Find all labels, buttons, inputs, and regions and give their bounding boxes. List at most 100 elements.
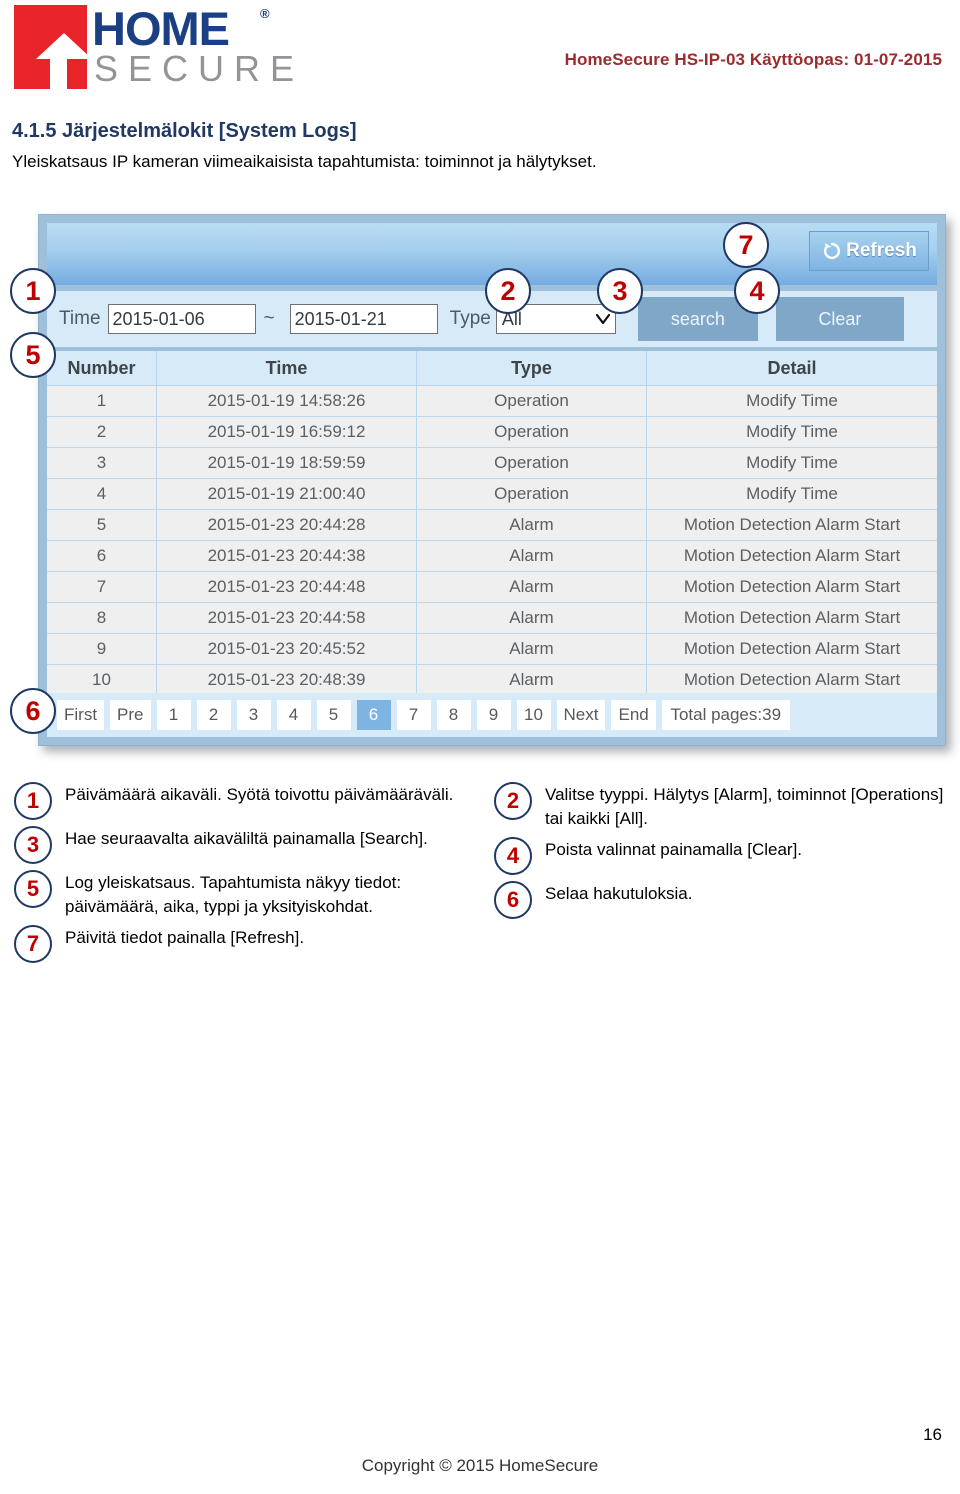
table-row[interactable]: 8 2015-01-23 20:44:58 Alarm Motion Detectio… bbox=[47, 602, 937, 633]
callout-badge-6: 6 bbox=[10, 688, 56, 734]
legend-description: Päivitä tiedot painalla [Refresh]. bbox=[65, 928, 305, 947]
callout-badge-2: 2 bbox=[485, 268, 531, 314]
log-cell-detail: Motion Detection Alarm Start bbox=[683, 670, 901, 689]
pagination-page-7[interactable]: 7 bbox=[396, 700, 431, 730]
legend-column-left: 1 Päivämäärä aikaväli. Syötä toivottu päi… bbox=[14, 782, 474, 969]
log-cell-detail: Motion Detection Alarm Start bbox=[683, 608, 901, 627]
document-title-header: HomeSecure HS-IP-03 Käyttöopas: 01-07-20… bbox=[564, 50, 942, 69]
log-cell-detail: Modify Time bbox=[746, 453, 838, 472]
legend-item: 1 Päivämäärä aikaväli. Syötä toivottu päi… bbox=[14, 782, 474, 820]
logo-word-secure: SECURE bbox=[94, 48, 305, 89]
table-row[interactable]: 5 2015-01-23 20:44:28 Alarm Motion Detectio… bbox=[47, 509, 937, 540]
column-header-time: Time bbox=[157, 351, 417, 385]
logo-registered-mark: ® bbox=[260, 6, 270, 21]
log-cell-time: 2015-01-23 20:45:52 bbox=[157, 634, 417, 664]
log-cell-detail: Motion Detection Alarm Start bbox=[683, 546, 901, 565]
log-cell-type: Alarm bbox=[417, 572, 647, 602]
callout-badge-1: 1 bbox=[10, 268, 56, 314]
column-header-type: Type bbox=[417, 351, 647, 385]
log-cell-time: 2015-01-23 20:44:38 bbox=[157, 541, 417, 571]
table-row[interactable]: 7 2015-01-23 20:44:48 Alarm Motion Detectio… bbox=[47, 571, 937, 602]
pagination-end-button[interactable]: End bbox=[611, 700, 656, 730]
table-row[interactable]: 6 2015-01-23 20:44:38 Alarm Motion Detectio… bbox=[47, 540, 937, 571]
pagination-next-button[interactable]: Next bbox=[556, 700, 606, 730]
homesecure-logo: HOME ® SECURE bbox=[14, 3, 304, 91]
table-row[interactable]: 9 2015-01-23 20:45:52 Alarm Motion Detectio… bbox=[47, 633, 937, 664]
log-cell-detail: Modify Time bbox=[746, 422, 838, 441]
log-cell-type: Operation bbox=[417, 417, 647, 447]
date-from-input[interactable]: 2015-01-06 bbox=[107, 304, 256, 334]
log-cell-time: 2015-01-23 20:44:28 bbox=[157, 510, 417, 540]
log-cell-type: Alarm bbox=[417, 603, 647, 633]
log-cell-number: 4 bbox=[47, 479, 157, 509]
legend-description: Poista valinnat painamalla [Clear]. bbox=[545, 840, 803, 859]
pagination-total-pages: Total pages:39 bbox=[661, 700, 790, 730]
legend-number-badge: 5 bbox=[14, 870, 52, 908]
callout-badge-3: 3 bbox=[597, 268, 643, 314]
log-cell-number: 1 bbox=[47, 386, 157, 416]
clear-button[interactable]: Clear bbox=[775, 297, 904, 341]
legend-description: Selaa hakutuloksia. bbox=[545, 884, 693, 903]
log-cell-time: 2015-01-23 20:44:48 bbox=[157, 572, 417, 602]
log-cell-number: 2 bbox=[47, 417, 157, 447]
log-cell-type: Alarm bbox=[417, 665, 647, 695]
time-label: Time bbox=[59, 308, 101, 329]
column-header-detail: Detail bbox=[767, 357, 817, 378]
pagination-page-8[interactable]: 8 bbox=[436, 700, 471, 730]
legend-item: 3 Hae seuraavalta aikaväliltä painamalla … bbox=[14, 826, 474, 864]
type-label: Type bbox=[449, 308, 491, 329]
date-to-input[interactable]: 2015-01-21 bbox=[289, 304, 438, 334]
table-row[interactable]: 3 2015-01-19 18:59:59 Operation Modify Time bbox=[47, 447, 937, 478]
legend-number-badge: 6 bbox=[494, 881, 532, 919]
table-row[interactable]: 10 2015-01-23 20:48:39 Alarm Motion Detecti… bbox=[47, 664, 937, 695]
table-row[interactable]: 2 2015-01-19 16:59:12 Operation Modify Time bbox=[47, 416, 937, 447]
legend-item: 6 Selaa hakutuloksia. bbox=[494, 881, 944, 919]
pagination-page-9[interactable]: 9 bbox=[476, 700, 511, 730]
pagination-page-3[interactable]: 3 bbox=[236, 700, 271, 730]
table-row[interactable]: 4 2015-01-19 21:00:40 Operation Modify Time bbox=[47, 478, 937, 509]
pagination-page-2[interactable]: 2 bbox=[196, 700, 231, 730]
pagination-page-1[interactable]: 1 bbox=[156, 700, 191, 730]
page-title: 4.1.5 Järjestelmälokit [System Logs] bbox=[12, 120, 357, 142]
pagination-page-10[interactable]: 10 bbox=[516, 700, 551, 730]
log-cell-time: 2015-01-19 21:00:40 bbox=[157, 479, 417, 509]
legend-item: 4 Poista valinnat painamalla [Clear]. bbox=[494, 837, 944, 875]
copyright-notice: Copyright © 2015 HomeSecure bbox=[361, 1456, 599, 1475]
page-header: HOME ® SECURE HomeSecure HS-IP-03 Käyttö… bbox=[0, 0, 960, 100]
log-cell-detail: Modify Time bbox=[746, 484, 838, 503]
legend-item: 5 Log yleiskatsaus. Tapahtumista näkyy ti… bbox=[14, 870, 474, 919]
system-logs-table: Number Time Type Detail 1 2015-01-19 14:5… bbox=[47, 351, 937, 695]
log-cell-type: Operation bbox=[417, 448, 647, 478]
legend-item: 7 Päivitä tiedot painalla [Refresh]. bbox=[14, 925, 474, 963]
legend-description: Hae seuraavalta aikaväliltä painamalla [… bbox=[65, 829, 428, 848]
callout-badge-5: 5 bbox=[10, 332, 56, 378]
log-cell-number: 5 bbox=[47, 510, 157, 540]
refresh-button[interactable]: Refresh bbox=[809, 231, 929, 271]
chevron-down-icon bbox=[595, 313, 610, 325]
log-cell-number: 10 bbox=[47, 665, 157, 695]
legend-description: Päivämäärä aikaväli. Syötä toivottu päiv… bbox=[65, 785, 454, 804]
pagination-page-4[interactable]: 4 bbox=[276, 700, 311, 730]
page-subtitle: Yleiskatsaus IP kameran viimeaikaisista … bbox=[12, 152, 597, 171]
legend-column-right: 2 Valitse tyyppi. Hälytys [Alarm], toimin… bbox=[494, 782, 944, 925]
legend-number-badge: 7 bbox=[14, 925, 52, 963]
log-cell-number: 8 bbox=[47, 603, 157, 633]
log-cell-detail: Motion Detection Alarm Start bbox=[683, 515, 901, 534]
pagination-page-6[interactable]: 6 bbox=[356, 700, 391, 730]
column-header-number: Number bbox=[47, 351, 157, 385]
table-header-row: Number Time Type Detail bbox=[47, 351, 937, 385]
log-cell-time: 2015-01-23 20:44:58 bbox=[157, 603, 417, 633]
log-cell-time: 2015-01-19 14:58:26 bbox=[157, 386, 417, 416]
page-number: 16 bbox=[923, 1425, 942, 1444]
log-cell-time: 2015-01-19 18:59:59 bbox=[157, 448, 417, 478]
pagination-page-5[interactable]: 5 bbox=[316, 700, 351, 730]
table-row[interactable]: 1 2015-01-19 14:58:26 Operation Modify Time bbox=[47, 385, 937, 416]
log-cell-number: 9 bbox=[47, 634, 157, 664]
pagination-prev-button[interactable]: Pre bbox=[110, 700, 151, 730]
pagination-first-button[interactable]: First bbox=[57, 700, 105, 730]
pagination-bar: First Pre 1 2 3 4 5 6 7 8 9 10 Next End Total pages:39 bbox=[47, 693, 937, 737]
log-cell-number: 6 bbox=[47, 541, 157, 571]
log-cell-number: 7 bbox=[47, 572, 157, 602]
legend-number-badge: 2 bbox=[494, 782, 532, 820]
legend-description: Valitse tyyppi. Hälytys [Alarm], toiminn… bbox=[545, 785, 944, 828]
